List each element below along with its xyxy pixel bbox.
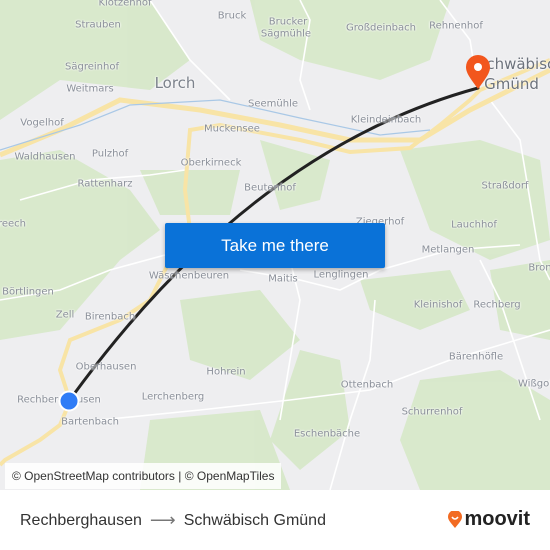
route-summary: Rechberghausen ⟶ Schwäbisch Gmünd: [20, 510, 326, 531]
origin-marker[interactable]: [58, 390, 80, 412]
arrow-right-icon: ⟶: [149, 510, 176, 530]
footer: Rechberghausen ⟶ Schwäbisch Gmünd moovit: [0, 490, 550, 550]
moovit-logo[interactable]: moovit: [448, 508, 530, 531]
moovit-logo-text: moovit: [464, 508, 530, 530]
map-pin-icon: [466, 55, 490, 89]
moovit-pin-icon: [448, 510, 463, 528]
take-me-there-button[interactable]: Take me there: [165, 223, 385, 268]
destination-name: Schwäbisch Gmünd: [183, 511, 326, 529]
map-attribution[interactable]: © OpenStreetMap contributors | © OpenMap…: [5, 463, 282, 489]
destination-marker[interactable]: [466, 55, 490, 89]
origin-name: Rechberghausen: [20, 511, 142, 529]
map[interactable]: Klotzenhof Strauben Bruck Brucker Sägmüh…: [0, 0, 550, 490]
